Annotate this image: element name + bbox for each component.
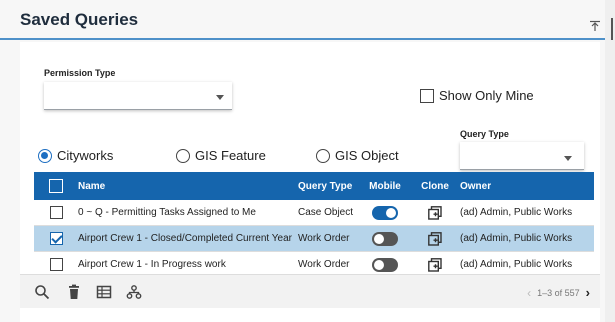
grid-icon[interactable] — [96, 284, 112, 300]
col-header-clone: Clone — [421, 180, 449, 192]
saved-queries-panel: Saved Queries Permission Type Show Only … — [0, 0, 605, 322]
clone-icon[interactable] — [428, 231, 442, 246]
caret-down-icon — [564, 156, 572, 161]
paging-text: 1–3 of 557 — [537, 287, 580, 298]
panel-title: Saved Queries — [20, 10, 139, 29]
col-header-name[interactable]: Name — [78, 181, 298, 192]
row-query-type: Work Order — [298, 233, 350, 244]
row-owner: (ad) Admin, Public Works — [460, 259, 573, 270]
clone-icon[interactable] — [428, 257, 442, 272]
collapse-top-icon[interactable] — [589, 20, 601, 32]
window-edge — [605, 0, 615, 322]
search-icon[interactable] — [34, 284, 50, 300]
show-only-mine-label: Show Only Mine — [439, 88, 534, 103]
row-checkbox[interactable] — [49, 232, 63, 245]
queries-table: Name Query Type Mobile Clone Owner 0 ~ Q… — [34, 172, 594, 278]
radio-label: GIS Object — [335, 148, 399, 163]
row-query-type: Case Object — [298, 207, 354, 218]
radio-cityworks[interactable]: Cityworks — [38, 148, 113, 163]
radio-label: Cityworks — [57, 148, 114, 163]
row-query-type: Work Order — [298, 259, 350, 270]
panel-content: Permission Type Show Only Mine Query Typ… — [20, 42, 600, 322]
row-name: Airport Crew 1 - In Progress work — [78, 259, 226, 270]
mobile-toggle[interactable] — [372, 205, 398, 220]
row-owner: (ad) Admin, Public Works — [460, 207, 573, 218]
show-only-mine[interactable]: Show Only Mine — [420, 88, 534, 103]
mobile-toggle[interactable] — [372, 231, 398, 246]
hierarchy-icon[interactable] — [126, 284, 142, 300]
pagination: ‹ 1–3 of 557 › — [527, 285, 590, 300]
row-checkbox[interactable] — [49, 258, 63, 271]
panel-header: Saved Queries — [0, 0, 605, 40]
prev-page-icon[interactable]: ‹ — [527, 286, 531, 300]
table-row[interactable]: Airport Crew 1 - Closed/Completed Curren… — [34, 226, 594, 252]
permission-type-label: Permission Type — [44, 68, 116, 78]
radio-label: GIS Feature — [195, 148, 266, 163]
mobile-toggle[interactable] — [372, 257, 398, 272]
radio-gis-feature[interactable]: GIS Feature — [176, 148, 266, 163]
row-owner: (ad) Admin, Public Works — [460, 233, 573, 244]
query-type-select[interactable] — [460, 142, 584, 170]
permission-type-select[interactable] — [44, 82, 232, 110]
query-type-label: Query Type — [460, 129, 509, 139]
table-footer-toolbar: ‹ 1–3 of 557 › — [20, 274, 600, 308]
show-only-mine-checkbox[interactable] — [420, 88, 434, 103]
col-header-query-type[interactable]: Query Type — [298, 181, 360, 192]
row-checkbox[interactable] — [49, 206, 63, 219]
clone-icon[interactable] — [428, 205, 442, 220]
table-header: Name Query Type Mobile Clone Owner — [34, 172, 594, 200]
radio-button[interactable] — [176, 148, 190, 163]
col-header-owner[interactable]: Owner — [460, 181, 594, 192]
row-name: Airport Crew 1 - Closed/Completed Curren… — [78, 233, 292, 244]
select-all-checkbox[interactable] — [49, 179, 63, 193]
radio-button[interactable] — [316, 148, 330, 163]
row-name: 0 ~ Q - Permitting Tasks Assigned to Me — [78, 207, 256, 218]
trash-icon[interactable] — [66, 284, 82, 300]
radio-gis-object[interactable]: GIS Object — [316, 148, 399, 163]
radio-button[interactable] — [38, 148, 52, 163]
table-row[interactable]: 0 ~ Q - Permitting Tasks Assigned to Me … — [34, 200, 594, 226]
caret-down-icon — [216, 95, 224, 100]
col-header-mobile[interactable]: Mobile — [360, 181, 410, 192]
next-page-icon[interactable]: › — [586, 285, 590, 300]
